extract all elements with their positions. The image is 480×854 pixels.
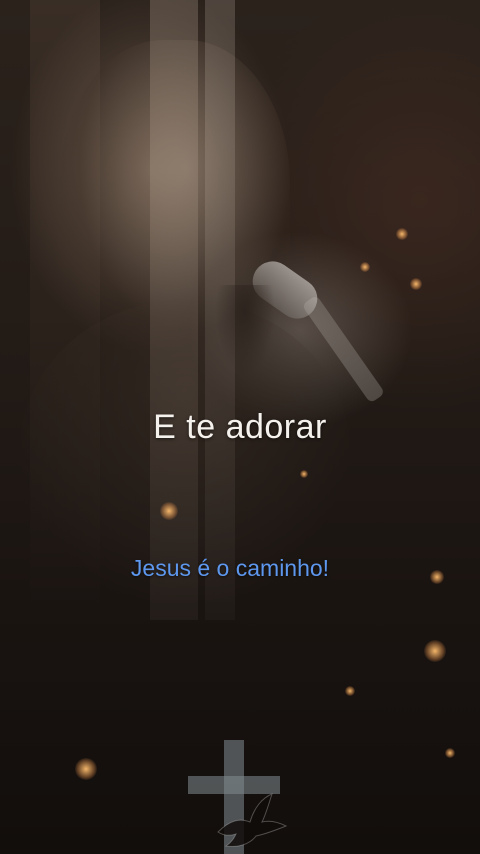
dove-icon — [217, 793, 288, 847]
bokeh-light — [360, 262, 370, 272]
bokeh-light — [445, 748, 455, 758]
bokeh-light — [410, 278, 422, 290]
caption-text: Jesus é o caminho! — [130, 555, 330, 581]
bokeh-light — [345, 686, 355, 696]
bokeh-light — [75, 758, 97, 780]
bokeh-light — [300, 470, 308, 478]
raised-hands — [215, 285, 275, 375]
video-frame: E te adorar Jesus é o caminho! — [0, 0, 480, 854]
lyric-line: E te adorar — [153, 408, 327, 446]
bokeh-light — [160, 502, 178, 520]
bokeh-light — [396, 228, 408, 240]
bokeh-light — [424, 640, 446, 662]
